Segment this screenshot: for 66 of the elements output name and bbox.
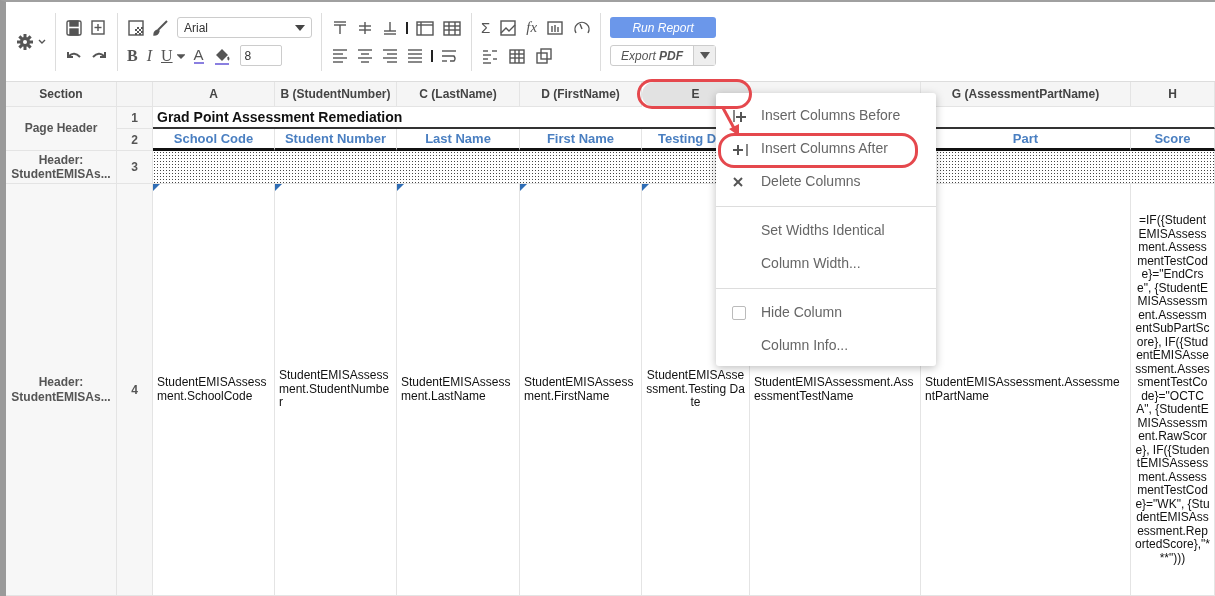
bar-chart-icon[interactable] (546, 18, 565, 37)
menu-item[interactable]: Insert Columns After (761, 138, 888, 159)
pattern-icon[interactable] (127, 18, 145, 37)
align-center-icon[interactable] (356, 46, 374, 65)
border-icon[interactable] (415, 18, 435, 37)
row-number: 4 (117, 184, 153, 596)
menu-item[interactable]: Column Width... (761, 253, 861, 274)
grid-icon[interactable] (442, 18, 462, 37)
column-heading: Part (1012, 129, 1039, 148)
column-header[interactable]: G (AssessmentPartName) (921, 82, 1131, 107)
field-expression: =IF({StudentEMISAssessment.AssessmentTestCode}="EndCrse", {StudentEMISAssessment.AssessmentSubPartScore}, IF({StudentEMISAssessment.AssessmentTestCode}="OCTCA", {StudentEMISAssessment.RawScore}, IF({StudentEMISAssessment.AssessmentTestCode}="WK", {StudentEMISAssessment.ReportedScore},"***"))) (1134, 214, 1211, 565)
table-icon[interactable] (508, 46, 526, 65)
column-heading: Testing D (658, 129, 717, 148)
save-icon[interactable] (65, 18, 83, 37)
column-header[interactable]: A (153, 82, 275, 107)
column-header[interactable]: H (1131, 82, 1215, 107)
font-dropdown[interactable]: Arial (177, 17, 312, 38)
caret-icon[interactable] (699, 52, 710, 59)
field-expression: StudentEMISAssessment.LastName (400, 376, 512, 403)
menu-item[interactable]: Insert Columns Before (761, 105, 901, 126)
caret-icon[interactable] (295, 24, 305, 31)
column-header[interactable]: D (FirstName) (520, 82, 642, 107)
italic-button[interactable]: I (146, 47, 152, 64)
copy-icon[interactable] (535, 46, 553, 65)
close-icon[interactable] (732, 174, 744, 189)
section-label: Page Header (6, 107, 117, 151)
row-number: 1 (117, 107, 153, 129)
field-expression: StudentEMISAssessment.SchoolCode (156, 376, 268, 403)
function-button[interactable]: fx (526, 20, 538, 35)
align-left-icon[interactable] (331, 46, 349, 65)
insert-before-icon[interactable] (732, 107, 746, 124)
export-button[interactable]: Export PDF (610, 45, 717, 66)
field-expression: StudentEMISAssessment.AssessmentTestName (753, 376, 915, 403)
section-label: Header: StudentEMISAs... (6, 184, 117, 596)
column-heading: School Code (173, 129, 254, 148)
justify-icon[interactable] (406, 46, 424, 65)
field-expression: StudentEMISAssessment.Testing Date (645, 369, 746, 410)
column-header[interactable]: B (StudentNumber) (275, 82, 397, 107)
menu-item[interactable]: Column Info... (761, 335, 849, 356)
underline-button[interactable]: U (161, 47, 173, 64)
section-label: Header: StudentEMISAs... (6, 151, 117, 184)
menu-item[interactable]: Set Widths Identical (761, 220, 885, 241)
menu-item[interactable]: Hide Column (761, 302, 842, 323)
field-expression: StudentEMISAssessment.AssessmentPartName (924, 376, 1121, 403)
add-icon[interactable] (90, 18, 106, 37)
field-expression: StudentEMISAssessment.FirstName (523, 376, 635, 403)
font-color-button[interactable]: A (193, 47, 204, 64)
column-heading: Last Name (425, 129, 491, 148)
bold-button[interactable]: B (127, 47, 138, 64)
font-size-field[interactable]: 8 (239, 45, 282, 66)
image-chart-icon[interactable] (499, 18, 518, 37)
align-top-icon[interactable] (331, 18, 349, 37)
checkbox[interactable] (732, 305, 746, 320)
field-expression: StudentEMISAssessment.StudentNumber (278, 369, 391, 410)
column-heading: Score (1154, 129, 1191, 148)
column-heading: Student Number (284, 129, 387, 148)
sum-button[interactable]: Σ (481, 20, 491, 35)
row-number: 2 (117, 129, 153, 151)
settings-icon[interactable] (16, 31, 34, 52)
column-header[interactable]: C (LastName) (397, 82, 520, 107)
column-heading: First Name (546, 129, 615, 148)
row-number: 3 (117, 151, 153, 184)
column-header: Section (6, 82, 117, 107)
menu-item[interactable]: Delete Columns (761, 171, 861, 192)
brush-icon[interactable] (152, 18, 170, 37)
align-right-icon[interactable] (381, 46, 399, 65)
